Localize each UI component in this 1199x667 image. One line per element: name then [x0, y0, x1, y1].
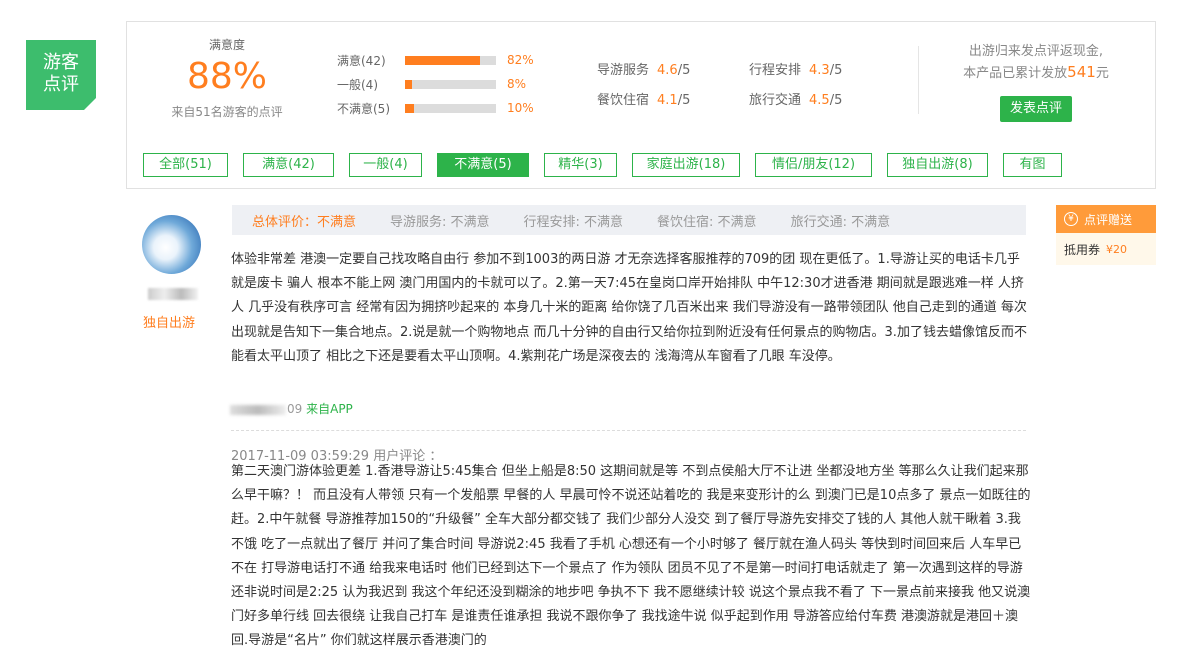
avatar[interactable] [142, 215, 201, 274]
bar-label: 满意(42) [337, 53, 386, 68]
promo-unit: 元 [1095, 66, 1109, 81]
rating-denominator: /5 [829, 93, 843, 108]
cashback-promo: 出游归来发点评返现金, 本产品已累计发放541元 发表点评 [925, 42, 1147, 122]
bar-percent: 10% [507, 101, 534, 115]
filter-satisfied[interactable]: 满意(42) [243, 153, 334, 177]
rating-guide-service: 导游服务 4.6/5 [597, 59, 690, 78]
coin-icon: ¥ [1064, 212, 1078, 226]
filter-neutral[interactable]: 一般(4) [349, 153, 422, 177]
voucher-amount: ¥20 [1106, 242, 1128, 256]
reward-body: 抵用券 ¥20 [1056, 233, 1156, 265]
reward-header: ¥ 点评赠送 [1056, 205, 1156, 233]
rating-value: 4.3 [809, 63, 830, 78]
satisfaction-score: 满意度 88% 来自51名游客的点评 [127, 36, 327, 120]
bar-fill [405, 79, 413, 89]
satisfaction-breakdown: 满意(42) 82% 一般(4) 8% 不满意(5) 10% [337, 48, 547, 120]
promo-amount: 541 [1067, 63, 1096, 81]
review-filter-tabs: 全部(51) 满意(42) 一般(4) 不满意(5) 精华(3) 家庭出游(18… [143, 153, 1077, 177]
review-section-badge: 游客 点评 [26, 40, 96, 110]
sub-rating-itinerary: 行程安排: 不满意 [523, 214, 624, 230]
bar-dissatisfied: 不满意(5) 10% [337, 96, 547, 120]
rating-dining-lodging: 餐饮住宿 4.1/5 [597, 89, 690, 108]
satisfaction-label: 满意度 [208, 38, 245, 52]
filter-dissatisfied[interactable]: 不满意(5) [437, 153, 529, 177]
badge-line-2: 点评 [43, 74, 79, 95]
sub-rating-guide: 导游服务: 不满意 [390, 214, 490, 230]
rating-transport: 旅行交通 4.5/5 [749, 89, 842, 108]
badge-line-1: 游客 [43, 52, 79, 73]
voucher-label: 抵用券 [1064, 242, 1101, 257]
filter-solo[interactable]: 独自出游(8) [887, 153, 988, 177]
filter-featured[interactable]: 精华(3) [544, 153, 617, 177]
bar-label: 不满意(5) [337, 101, 390, 116]
filter-family[interactable]: 家庭出游(18) [632, 153, 740, 177]
sub-rating-dining: 餐饮住宿: 不满意 [657, 214, 757, 230]
bar-track [405, 55, 496, 65]
review-summary-panel: 满意度 88% 来自51名游客的点评 满意(42) 82% 一般(4) 8% 不… [126, 21, 1156, 189]
followup-divider [231, 430, 1026, 431]
bar-percent: 8% [507, 77, 527, 91]
bar-neutral: 一般(4) 8% [337, 72, 547, 96]
followup-review-text: 第二天澳门游体验更差 1.香港导游让5:45集合 但坐上船是8:50 这期间就是… [231, 464, 1031, 649]
bar-percent: 82% [507, 53, 534, 67]
review-ratings-bar: 总体评价：不满意 导游服务: 不满意 行程安排: 不满意 餐饮住宿: 不满意 旅… [232, 205, 1026, 235]
bar-satisfied: 满意(42) 82% [337, 48, 547, 72]
promo-line-2: 本产品已累计发放541元 [925, 62, 1147, 84]
filter-couple-friends[interactable]: 情侣/朋友(12) [755, 153, 872, 177]
review-text: 体验非常差 港澳一定要自己找攻略自由行 参加不到1003的两日游 才无奈选择客服… [231, 252, 1027, 364]
filter-with-photos[interactable]: 有图 [1003, 153, 1062, 177]
rating-value: 4.5 [809, 93, 830, 108]
bar-track [405, 103, 496, 113]
rating-name: 导游服务 [597, 63, 650, 78]
travel-type-label: 独自出游 [143, 316, 196, 331]
from-app-label: 来自APP [306, 402, 353, 416]
filter-all[interactable]: 全部(51) [143, 153, 228, 177]
divider [918, 46, 919, 114]
review-reward-card: ¥ 点评赠送 抵用券 ¥20 [1056, 205, 1156, 265]
rating-value: 4.6 [657, 63, 678, 78]
bar-label: 一般(4) [337, 77, 378, 92]
date-blurred [230, 404, 286, 415]
review-count-source: 来自51名游客的点评 [171, 105, 283, 119]
username-blurred [148, 288, 198, 300]
rating-name: 餐饮住宿 [597, 93, 650, 108]
overall-rating: 总体评价：不满意 [252, 214, 357, 230]
bar-fill [405, 55, 480, 65]
promo-prefix: 本产品已累计发放 [963, 66, 1068, 81]
rating-itinerary: 行程安排 4.3/5 [749, 59, 842, 78]
reward-title: 点评赠送 [1084, 212, 1133, 227]
rating-name: 旅行交通 [749, 93, 802, 108]
sub-rating-transport: 旅行交通: 不满意 [790, 214, 891, 230]
rating-denominator: /5 [677, 63, 691, 78]
satisfaction-percentage: 88% [186, 56, 267, 97]
rating-denominator: /5 [677, 93, 691, 108]
post-review-button[interactable]: 发表点评 [999, 96, 1072, 122]
review-meta: 09 来自APP [230, 400, 353, 417]
rating-denominator: /5 [829, 63, 843, 78]
rating-name: 行程安排 [749, 63, 802, 78]
bar-fill [405, 103, 415, 113]
promo-line-1: 出游归来发点评返现金, [968, 44, 1104, 59]
bar-track [405, 79, 496, 89]
rating-value: 4.1 [657, 93, 678, 108]
date-tail: 09 [287, 402, 303, 416]
